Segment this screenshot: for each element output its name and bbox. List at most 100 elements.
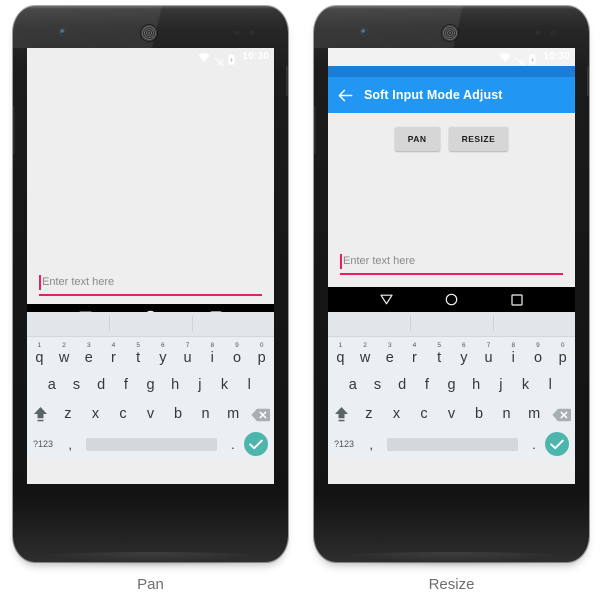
- symbols-key[interactable]: ?123: [328, 439, 360, 449]
- nav-home-circle-icon[interactable]: [445, 293, 458, 306]
- key-c[interactable]: c: [410, 407, 438, 422]
- key-i[interactable]: 8i: [200, 342, 225, 366]
- mode-button-row: PAN RESIZE: [328, 113, 575, 151]
- key-i[interactable]: 8i: [501, 342, 526, 366]
- screen-resize: 10:30 Soft Input Mode Adjust PAN RESIZE …: [328, 48, 575, 484]
- key-a[interactable]: a: [40, 378, 65, 393]
- shift-icon[interactable]: [27, 406, 54, 423]
- text-input-hint: Enter text here: [42, 276, 115, 288]
- period-key[interactable]: .: [523, 437, 545, 452]
- bezel-bottom-sheen: [29, 552, 272, 562]
- key-z[interactable]: z: [54, 407, 82, 422]
- back-arrow-icon[interactable]: [338, 88, 353, 103]
- key-label: u: [183, 349, 192, 366]
- key-n[interactable]: n: [192, 407, 220, 422]
- key-t[interactable]: 5t: [126, 342, 151, 366]
- keyboard-row-3: z x c v b n m: [328, 400, 575, 429]
- status-clock: 10:30: [543, 51, 570, 62]
- period-key[interactable]: .: [222, 437, 244, 452]
- key-b[interactable]: b: [465, 407, 493, 422]
- key-u[interactable]: 7u: [476, 342, 501, 366]
- key-w[interactable]: 2w: [52, 342, 77, 366]
- key-g[interactable]: g: [439, 378, 464, 393]
- status-bar-resize: 10:30: [328, 48, 575, 66]
- key-z[interactable]: z: [355, 407, 383, 422]
- backspace-icon[interactable]: [247, 408, 274, 422]
- resize-button[interactable]: RESIZE: [448, 127, 509, 151]
- key-x[interactable]: x: [82, 407, 110, 422]
- key-s[interactable]: s: [64, 378, 89, 393]
- key-h[interactable]: h: [464, 378, 489, 393]
- key-e[interactable]: 3e: [377, 342, 402, 366]
- key-p[interactable]: 0p: [249, 342, 274, 366]
- proximity-sensor-icon: [536, 31, 540, 35]
- key-q[interactable]: 1q: [328, 342, 353, 366]
- checkmark-icon[interactable]: [545, 432, 569, 456]
- key-a[interactable]: a: [341, 378, 366, 393]
- soft-keyboard-pan[interactable]: 1q 2w 3e 4r 5t 6y 7u 8i 9o 0p a s d f g …: [27, 312, 274, 459]
- key-k[interactable]: k: [513, 378, 538, 393]
- pan-button[interactable]: PAN: [394, 127, 440, 151]
- key-x[interactable]: x: [383, 407, 411, 422]
- keyboard-row-1: 1q 2w 3e 4r 5t 6y 7u 8i 9o 0p: [27, 337, 274, 371]
- key-m[interactable]: m: [219, 407, 247, 422]
- key-v[interactable]: v: [438, 407, 466, 422]
- text-input-field-resize[interactable]: Enter text here: [340, 253, 563, 275]
- figure-resize: 10:30 Soft Input Mode Adjust PAN RESIZE …: [301, 0, 602, 600]
- key-j[interactable]: j: [489, 378, 514, 393]
- key-l[interactable]: l: [538, 378, 563, 393]
- power-button[interactable]: [286, 66, 288, 96]
- key-o[interactable]: 9o: [225, 342, 250, 366]
- volume-button[interactable]: [314, 106, 316, 154]
- checkmark-icon[interactable]: [244, 432, 268, 456]
- text-input-field-pan[interactable]: Enter text here: [39, 274, 262, 296]
- key-y[interactable]: 6y: [452, 342, 477, 366]
- key-y[interactable]: 6y: [151, 342, 176, 366]
- key-r[interactable]: 4r: [402, 342, 427, 366]
- nav-recents-square-icon[interactable]: [511, 293, 523, 306]
- key-num-label: 1: [338, 341, 343, 349]
- key-c[interactable]: c: [109, 407, 137, 422]
- power-button[interactable]: [587, 66, 589, 96]
- shift-icon[interactable]: [328, 406, 355, 423]
- key-p[interactable]: 0p: [550, 342, 575, 366]
- key-d[interactable]: d: [89, 378, 114, 393]
- key-f[interactable]: f: [114, 378, 139, 393]
- key-n[interactable]: n: [493, 407, 521, 422]
- backspace-icon[interactable]: [548, 408, 575, 422]
- key-l[interactable]: l: [237, 378, 262, 393]
- bezel-top-sheen: [13, 6, 288, 9]
- key-j[interactable]: j: [188, 378, 213, 393]
- battery-icon: [228, 52, 236, 65]
- nav-back-triangle-icon[interactable]: [380, 294, 393, 305]
- comma-key[interactable]: ,: [360, 437, 382, 452]
- key-d[interactable]: d: [390, 378, 415, 393]
- key-m[interactable]: m: [520, 407, 548, 422]
- key-r[interactable]: 4r: [101, 342, 126, 366]
- suggestion-strip[interactable]: [328, 312, 575, 337]
- key-num-label: 4: [412, 341, 417, 349]
- key-k[interactable]: k: [212, 378, 237, 393]
- key-o[interactable]: 9o: [526, 342, 551, 366]
- key-g[interactable]: g: [138, 378, 163, 393]
- soft-keyboard-resize[interactable]: 1q 2w 3e 4r 5t 6y 7u 8i 9o 0p a s d f g …: [328, 312, 575, 459]
- keyboard-row-4: ?123 , .: [328, 429, 575, 459]
- key-v[interactable]: v: [137, 407, 165, 422]
- comma-key[interactable]: ,: [59, 437, 81, 452]
- key-label: r: [111, 349, 116, 366]
- key-f[interactable]: f: [415, 378, 440, 393]
- key-t[interactable]: 5t: [427, 342, 452, 366]
- key-h[interactable]: h: [163, 378, 188, 393]
- volume-button[interactable]: [13, 106, 15, 154]
- space-key[interactable]: [387, 437, 518, 451]
- key-b[interactable]: b: [164, 407, 192, 422]
- key-q[interactable]: 1q: [27, 342, 52, 366]
- suggestion-strip[interactable]: [27, 312, 274, 337]
- key-w[interactable]: 2w: [353, 342, 378, 366]
- symbols-key[interactable]: ?123: [27, 439, 59, 449]
- key-s[interactable]: s: [365, 378, 390, 393]
- space-key[interactable]: [86, 437, 217, 451]
- key-e[interactable]: 3e: [76, 342, 101, 366]
- key-u[interactable]: 7u: [175, 342, 200, 366]
- key-num-label: 4: [111, 341, 116, 349]
